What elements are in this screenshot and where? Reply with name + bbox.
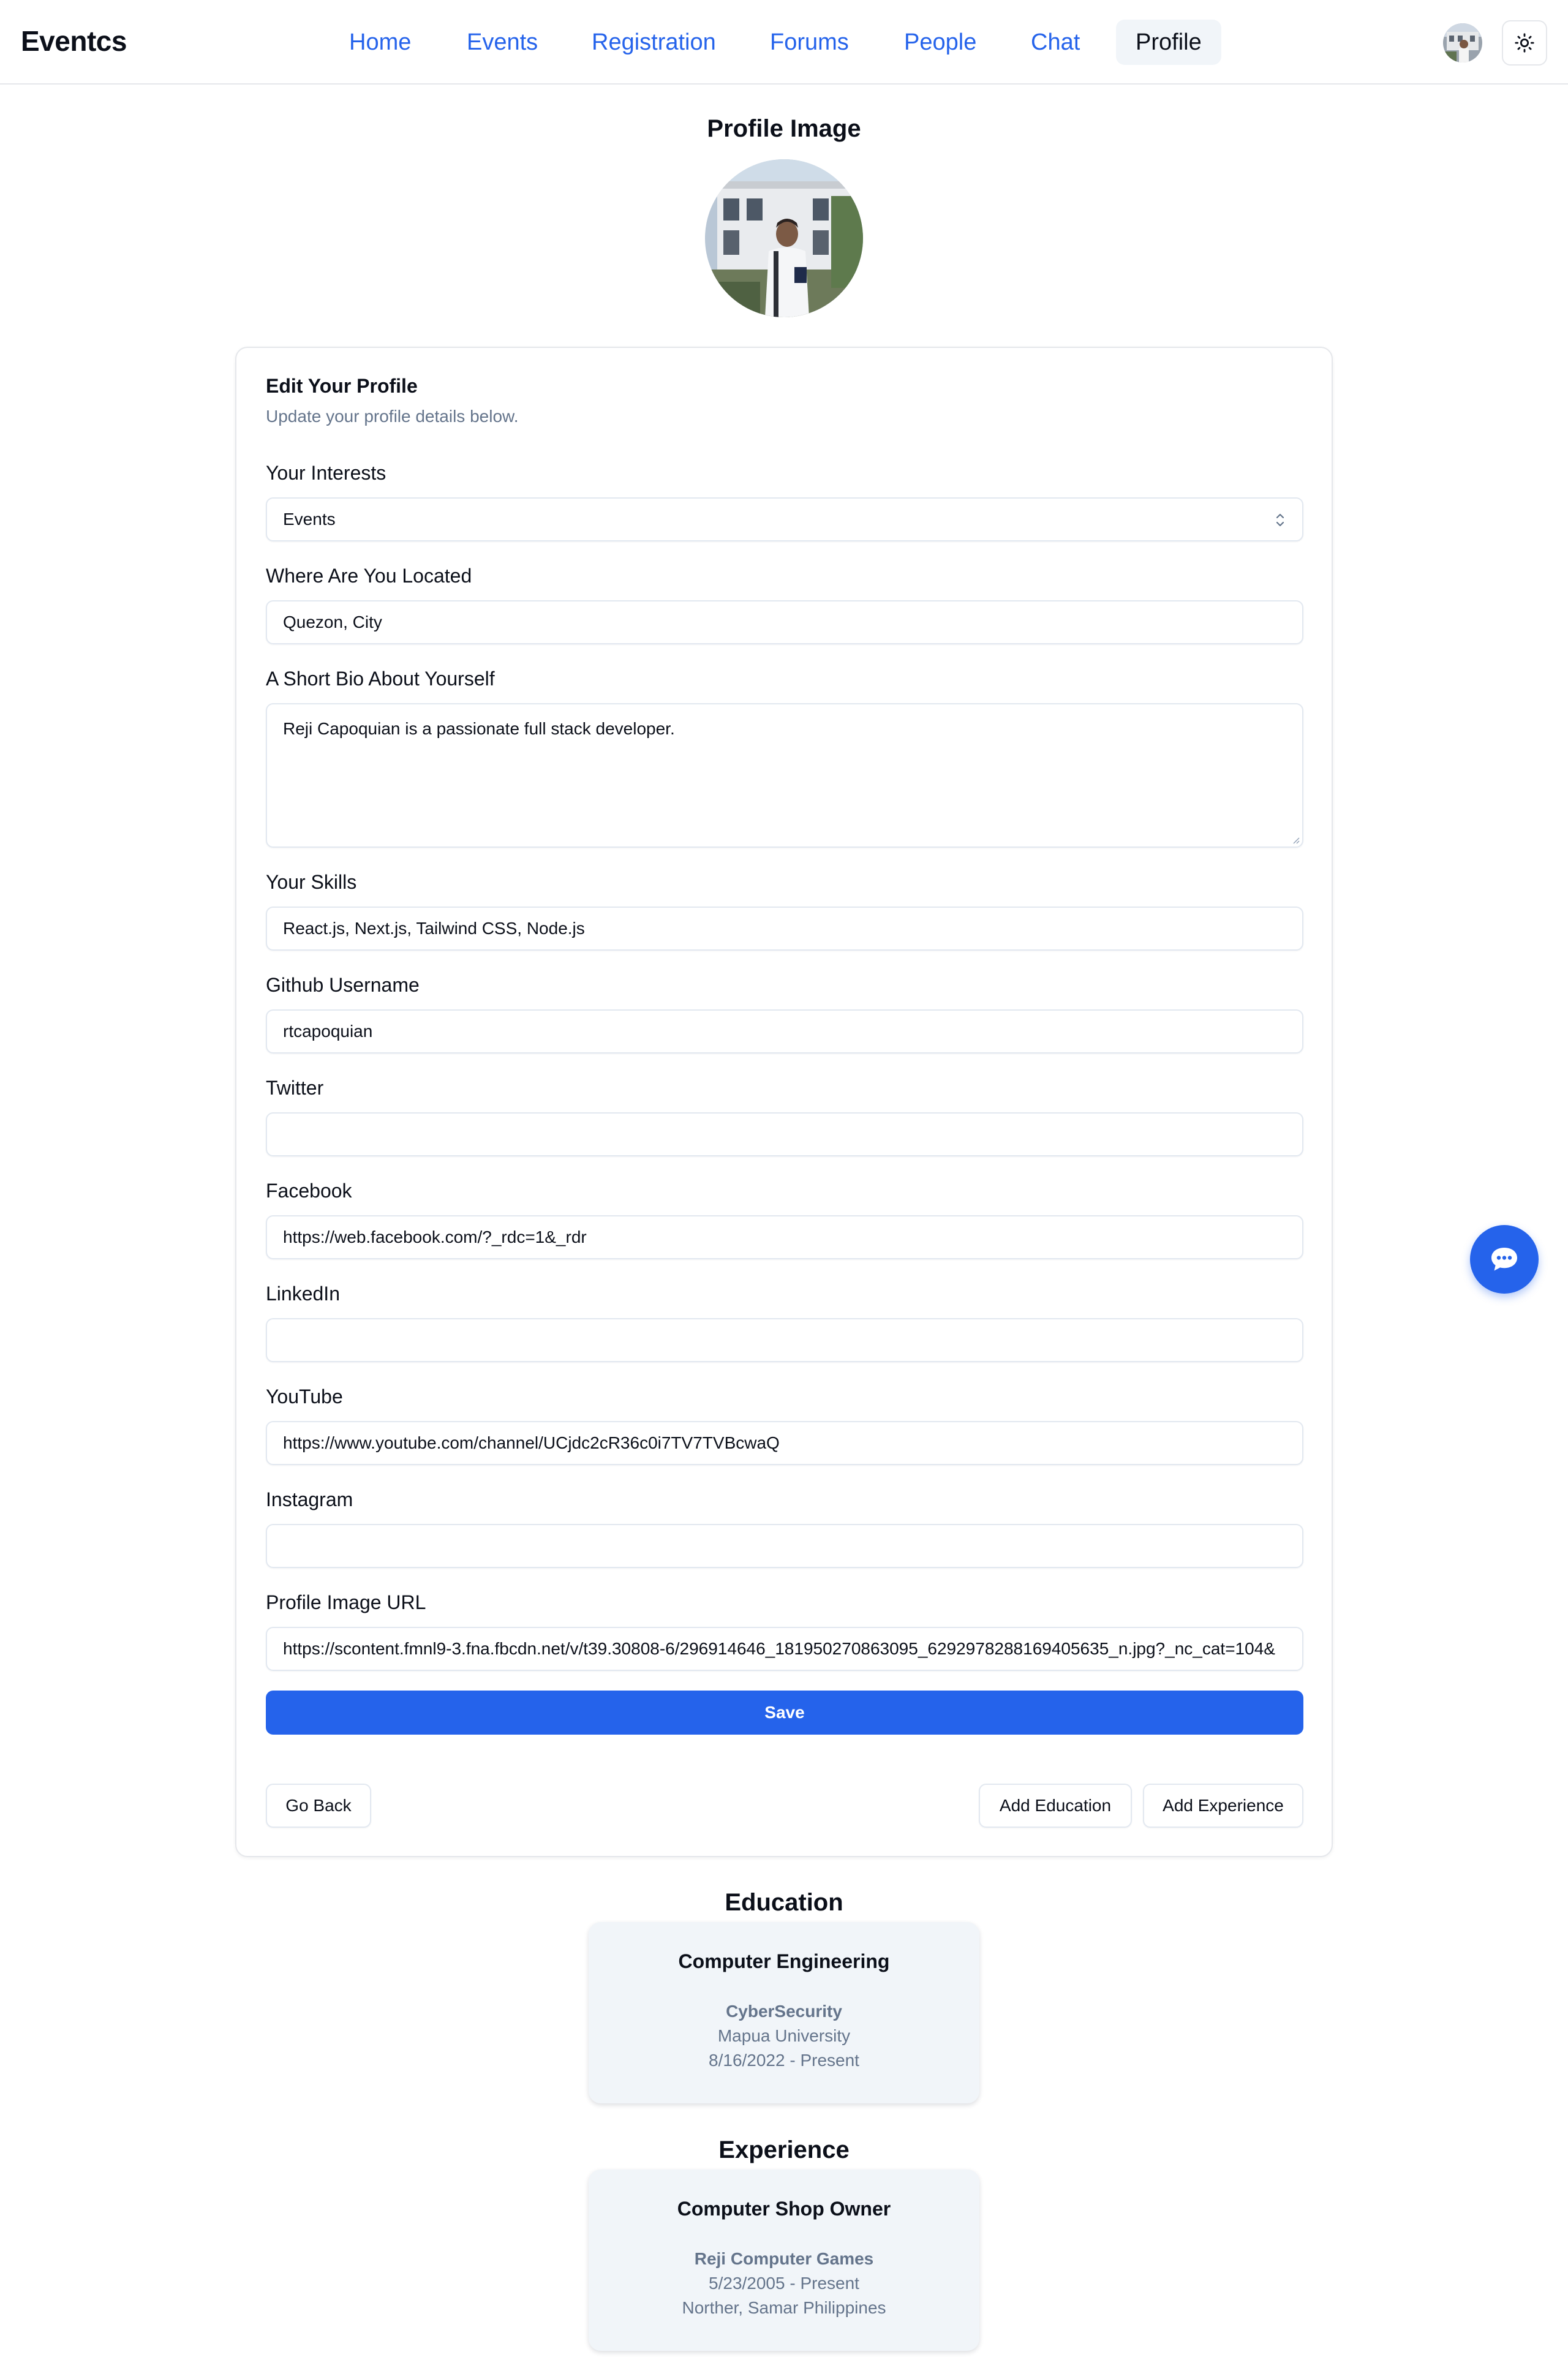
education-card: Computer Engineering CyberSecurity Mapua… — [589, 1922, 979, 2103]
facebook-label: Facebook — [266, 1180, 352, 1202]
image-url-input[interactable]: https://scontent.fmnl9-3.fna.fbcdn.net/v… — [266, 1627, 1303, 1671]
experience-location: Norther, Samar Philippines — [682, 2298, 886, 2317]
twitter-input[interactable] — [266, 1112, 1303, 1156]
profile-photo — [705, 159, 863, 317]
save-button[interactable]: Save — [266, 1691, 1303, 1735]
edit-profile-card: Edit Your Profile Update your profile de… — [235, 347, 1333, 1857]
location-label: Where Are You Located — [266, 565, 472, 587]
skills-input[interactable]: React.js, Next.js, Tailwind CSS, Node.js — [266, 907, 1303, 951]
bio-textarea[interactable]: Reji Capoquian is a passionate full stac… — [266, 703, 1303, 848]
education-field: CyberSecurity — [726, 2002, 842, 2021]
github-input[interactable]: rtcapoquian — [266, 1009, 1303, 1054]
card-subtitle: Update your profile details below. — [266, 407, 519, 426]
youtube-input[interactable]: https://www.youtube.com/channel/UCjdc2cR… — [266, 1421, 1303, 1465]
experience-card: Computer Shop Owner Reji Computer Games … — [589, 2170, 979, 2351]
resize-grip-icon[interactable] — [1291, 835, 1300, 844]
profile-image-title: Profile Image — [707, 115, 861, 142]
chat-fab-button[interactable] — [1470, 1225, 1539, 1294]
nav-links: Home Events Registration Forums People C… — [0, 0, 1568, 85]
location-input[interactable]: Quezon, City — [266, 600, 1303, 644]
experience-job-title: Computer Shop Owner — [677, 2198, 891, 2220]
theme-toggle-button[interactable] — [1502, 20, 1547, 66]
instagram-label: Instagram — [266, 1488, 353, 1510]
education-degree: Computer Engineering — [678, 1950, 890, 1972]
facebook-input[interactable]: https://web.facebook.com/?_rdc=1&_rdr — [266, 1215, 1303, 1259]
linkedin-label: LinkedIn — [266, 1283, 340, 1305]
chevron-up-down-icon — [1276, 513, 1284, 527]
nav-profile[interactable]: Profile — [1116, 20, 1221, 65]
experience-dates: 5/23/2005 - Present — [709, 2274, 859, 2293]
linkedin-input[interactable] — [266, 1318, 1303, 1362]
avatar-photo — [1443, 23, 1482, 62]
bio-value: Reji Capoquian is a passionate full stac… — [283, 719, 675, 738]
add-education-button[interactable]: Add Education — [979, 1784, 1132, 1828]
user-avatar[interactable] — [1443, 23, 1482, 62]
education-dates: 8/16/2022 - Present — [709, 2051, 859, 2070]
nav-chat[interactable]: Chat — [1011, 20, 1099, 65]
profile-photo-image — [705, 159, 863, 317]
education-school: Mapua University — [717, 2026, 851, 2045]
interests-label: Your Interests — [266, 462, 386, 484]
skills-label: Your Skills — [266, 871, 357, 893]
navbar: Eventcs Home Events Registration Forums … — [0, 0, 1568, 85]
experience-company: Reji Computer Games — [694, 2249, 874, 2268]
bio-label: A Short Bio About Yourself — [266, 668, 495, 690]
instagram-input[interactable] — [266, 1524, 1303, 1568]
nav-people[interactable]: People — [884, 20, 996, 65]
image-url-label: Profile Image URL — [266, 1591, 426, 1613]
nav-registration[interactable]: Registration — [572, 20, 736, 65]
nav-home[interactable]: Home — [330, 20, 431, 65]
interests-select[interactable]: Events — [266, 497, 1303, 541]
add-experience-button[interactable]: Add Experience — [1143, 1784, 1303, 1828]
github-label: Github Username — [266, 974, 420, 996]
experience-title: Experience — [718, 2136, 850, 2163]
nav-events[interactable]: Events — [447, 20, 557, 65]
sun-icon — [1515, 33, 1534, 53]
twitter-label: Twitter — [266, 1077, 324, 1099]
nav-forums[interactable]: Forums — [750, 20, 869, 65]
go-back-button[interactable]: Go Back — [266, 1784, 371, 1828]
card-title: Edit Your Profile — [266, 375, 418, 397]
interests-value: Events — [283, 510, 336, 529]
chat-bubble-icon — [1491, 1248, 1517, 1271]
youtube-label: YouTube — [266, 1386, 343, 1408]
education-title: Education — [725, 1889, 843, 1916]
